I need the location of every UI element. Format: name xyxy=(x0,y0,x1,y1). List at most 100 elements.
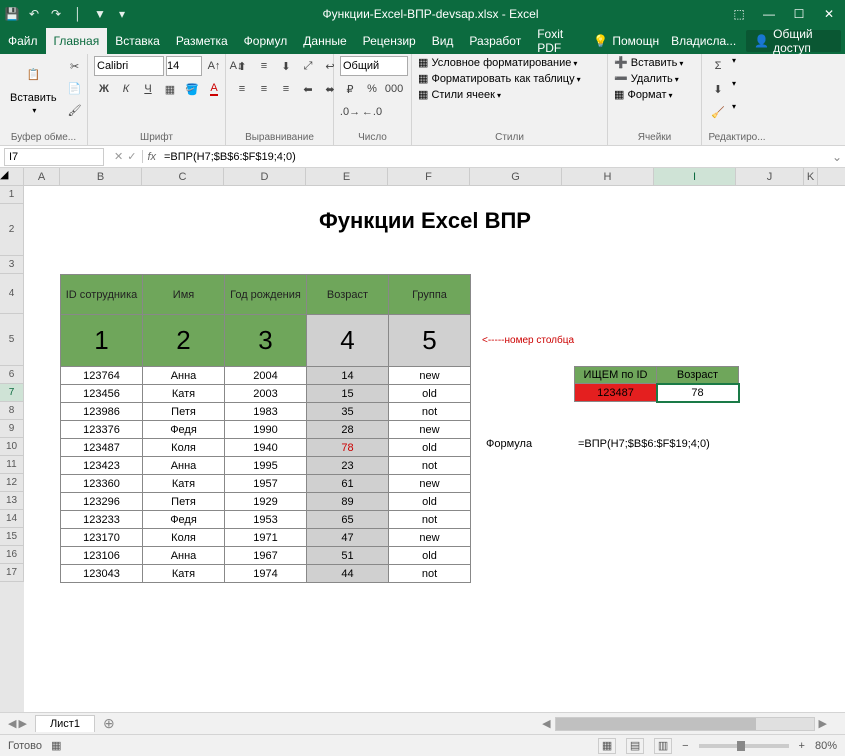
row-header-17[interactable]: 17 xyxy=(0,564,24,582)
format-cells-button[interactable]: ▦ Формат▾ xyxy=(614,88,673,101)
col-header-F[interactable]: F xyxy=(388,168,470,185)
zoom-level[interactable]: 80% xyxy=(815,740,837,752)
underline-button[interactable]: Ч xyxy=(138,79,158,99)
row-header-15[interactable]: 15 xyxy=(0,528,24,546)
row-header-11[interactable]: 11 xyxy=(0,456,24,474)
grid-cells[interactable]: Функции Excel ВПР ID сотрудникаИмяГод ро… xyxy=(24,186,845,712)
col-header-I[interactable]: I xyxy=(654,168,736,185)
tab-file[interactable]: Файл xyxy=(0,28,46,54)
table-row[interactable]: 123106Анна196751old xyxy=(61,547,471,565)
close-icon[interactable]: ✕ xyxy=(821,6,837,22)
row-header-6[interactable]: 6 xyxy=(0,366,24,384)
save-icon[interactable]: 💾 xyxy=(4,6,20,22)
autosum-icon[interactable]: Σ xyxy=(708,56,728,76)
ribbon-options-icon[interactable]: ⬚ xyxy=(731,6,747,22)
normal-view-icon[interactable]: ▦ xyxy=(598,738,616,754)
redo-icon[interactable]: ↷ xyxy=(48,6,64,22)
table-row[interactable]: 123764Анна200414new xyxy=(61,367,471,385)
col-header-H[interactable]: H xyxy=(562,168,654,185)
table-row[interactable]: 123233Федя195365not xyxy=(61,511,471,529)
filter-icon[interactable]: ▼ xyxy=(92,6,108,22)
cell-styles-button[interactable]: ▦ Стили ячеек▾ xyxy=(418,88,501,101)
table-row[interactable]: 123456Катя200315old xyxy=(61,385,471,403)
enter-formula-icon[interactable]: ✓ xyxy=(127,150,136,163)
insert-cells-button[interactable]: ➕ Вставить▾ xyxy=(614,56,683,69)
col-header-E[interactable]: E xyxy=(306,168,388,185)
table-row[interactable]: 123170Коля197147new xyxy=(61,529,471,547)
delete-cells-button[interactable]: ➖ Удалить▾ xyxy=(614,72,679,85)
align-left-icon[interactable]: ≡ xyxy=(232,79,252,99)
row-header-13[interactable]: 13 xyxy=(0,492,24,510)
row-header-10[interactable]: 10 xyxy=(0,438,24,456)
tab-data[interactable]: Данные xyxy=(295,28,354,54)
row-header-14[interactable]: 14 xyxy=(0,510,24,528)
col-header-J[interactable]: J xyxy=(736,168,804,185)
select-all-corner[interactable]: ◢ xyxy=(0,168,24,185)
tab-home[interactable]: Главная xyxy=(46,28,108,54)
table-row[interactable]: 123487Коля194078old xyxy=(61,439,471,457)
font-name[interactable] xyxy=(94,56,164,76)
thousands-icon[interactable]: 000 xyxy=(384,79,404,99)
col-header-B[interactable]: B xyxy=(60,168,142,185)
bold-button[interactable]: Ж xyxy=(94,79,114,99)
table-row[interactable]: 123296Петя192989old xyxy=(61,493,471,511)
align-center-icon[interactable]: ≡ xyxy=(254,79,274,99)
row-header-8[interactable]: 8 xyxy=(0,402,24,420)
fx-icon[interactable]: fx xyxy=(143,151,160,163)
fill-icon[interactable]: ⬇ xyxy=(708,79,728,99)
formula-input[interactable] xyxy=(160,151,829,163)
col-header-D[interactable]: D xyxy=(224,168,306,185)
name-box[interactable] xyxy=(4,148,104,166)
number-format[interactable] xyxy=(340,56,408,76)
table-row[interactable]: 123360Катя195761new xyxy=(61,475,471,493)
copy-icon[interactable]: 📄 xyxy=(65,78,85,98)
currency-icon[interactable]: ₽ xyxy=(340,79,360,99)
col-header-A[interactable]: A xyxy=(24,168,60,185)
tab-formulas[interactable]: Формул xyxy=(236,28,296,54)
tab-review[interactable]: Рецензир xyxy=(355,28,424,54)
lookup-age-cell[interactable]: 78 xyxy=(657,384,739,402)
table-row[interactable]: 123423Анна199523not xyxy=(61,457,471,475)
undo-icon[interactable]: ↶ xyxy=(26,6,42,22)
align-top-icon[interactable]: ⬆ xyxy=(232,56,252,76)
row-header-2[interactable]: 2 xyxy=(0,204,24,256)
row-header-3[interactable]: 3 xyxy=(0,256,24,274)
zoom-out-icon[interactable]: − xyxy=(682,740,688,752)
format-as-table-button[interactable]: ▦ Форматировать как таблицу▾ xyxy=(418,72,581,85)
col-header-G[interactable]: G xyxy=(470,168,562,185)
col-header-C[interactable]: C xyxy=(142,168,224,185)
row-header-9[interactable]: 9 xyxy=(0,420,24,438)
lookup-id-cell[interactable]: 123487 xyxy=(575,384,657,402)
row-header-1[interactable]: 1 xyxy=(0,186,24,204)
format-painter-icon[interactable]: 🖌 xyxy=(65,100,85,120)
paste-button[interactable]: 📋 Вставить▾ xyxy=(6,56,61,117)
row-header-5[interactable]: 5 xyxy=(0,314,24,366)
orientation-icon[interactable]: ⤢ xyxy=(298,56,318,76)
border-button[interactable]: ▦ xyxy=(160,79,180,99)
tab-foxit[interactable]: Foxit PDF xyxy=(529,28,587,54)
tab-layout[interactable]: Разметка xyxy=(168,28,236,54)
row-header-12[interactable]: 12 xyxy=(0,474,24,492)
increase-decimal-icon[interactable]: .0→ xyxy=(340,102,360,122)
row-header-16[interactable]: 16 xyxy=(0,546,24,564)
align-right-icon[interactable]: ≡ xyxy=(276,79,296,99)
maximize-icon[interactable]: ☐ xyxy=(791,6,807,22)
row-header-7[interactable]: 7 xyxy=(0,384,24,402)
share-button[interactable]: 👤 Общий доступ xyxy=(746,30,841,52)
cut-icon[interactable]: ✂ xyxy=(65,56,85,76)
user-account[interactable]: Владисла... xyxy=(665,28,742,54)
clear-icon[interactable]: 🧹 xyxy=(708,102,728,122)
spreadsheet[interactable]: ◢ ABCDEFGHIJK 1234567891011121314151617 … xyxy=(0,168,845,712)
tab-insert[interactable]: Вставка xyxy=(107,28,168,54)
row-header-4[interactable]: 4 xyxy=(0,274,24,314)
expand-formula-bar-icon[interactable]: ⌄ xyxy=(829,150,845,164)
zoom-in-icon[interactable]: + xyxy=(799,740,805,752)
indent-dec-icon[interactable]: ⬅ xyxy=(298,79,318,99)
decrease-decimal-icon[interactable]: ←.0 xyxy=(362,102,382,122)
tab-developer[interactable]: Разработ xyxy=(461,28,529,54)
add-sheet-icon[interactable]: ⊕ xyxy=(95,715,123,732)
align-bottom-icon[interactable]: ⬇ xyxy=(276,56,296,76)
font-size[interactable] xyxy=(166,56,202,76)
italic-button[interactable]: К xyxy=(116,79,136,99)
scroll-right-icon[interactable]: ▶ xyxy=(819,717,827,730)
